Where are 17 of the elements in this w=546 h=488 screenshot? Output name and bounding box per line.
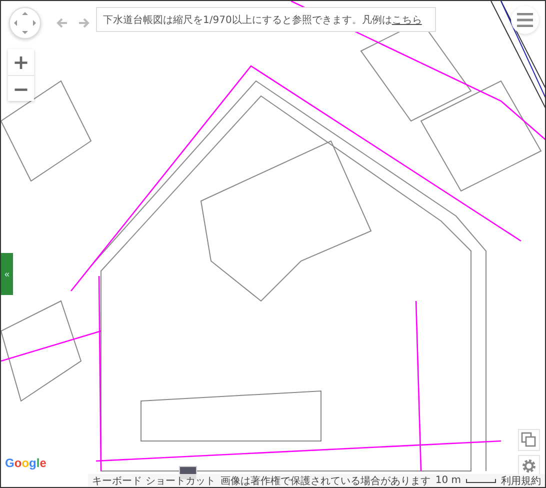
settings-icon xyxy=(521,458,537,474)
terms-link[interactable]: 利用規約 xyxy=(501,474,541,487)
menu-button[interactable] xyxy=(511,6,539,34)
scale-label: 10 m xyxy=(435,475,461,486)
scale-bar xyxy=(466,478,496,482)
menu-icon xyxy=(517,13,533,27)
zoom-out-button[interactable]: − xyxy=(8,75,34,101)
notice-text: 下水道台帳図は縮尺を1/970以上にすると参照できます。凡例はこちら xyxy=(96,7,436,32)
zoom-in-button[interactable]: + xyxy=(8,49,34,75)
pan-control[interactable] xyxy=(9,7,41,39)
layers-button[interactable] xyxy=(518,429,540,451)
copyright-text: 画像は著作権で保護されている場合があります xyxy=(220,474,430,487)
sidebar-toggle[interactable]: « xyxy=(1,253,13,295)
keyboard-shortcuts-link[interactable]: キーボード ショートカット xyxy=(92,474,216,487)
legend-link[interactable]: こちら xyxy=(392,12,422,26)
layers-icon xyxy=(521,432,537,448)
google-logo: Google xyxy=(5,456,46,470)
